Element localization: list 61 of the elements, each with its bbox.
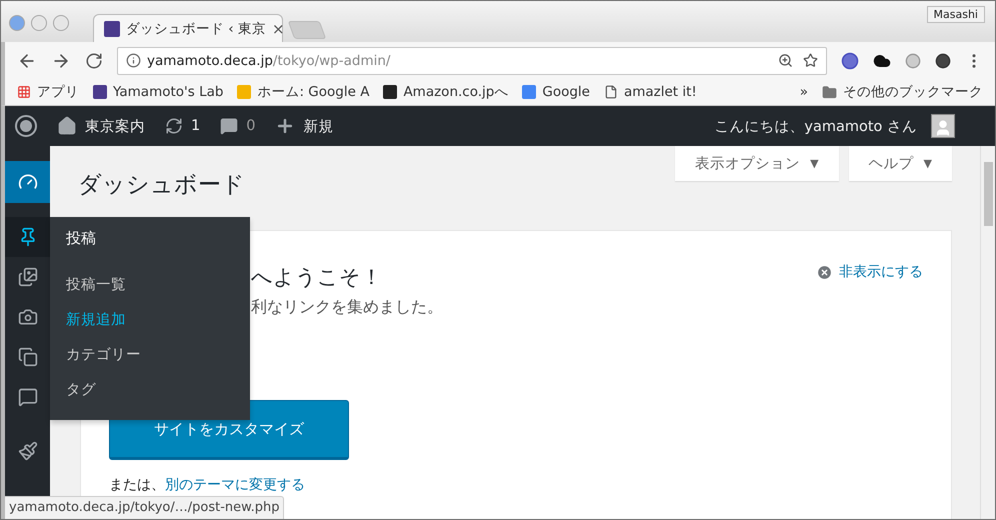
info-icon[interactable] xyxy=(126,53,141,68)
refresh-icon xyxy=(165,117,183,135)
menu-item-icon xyxy=(18,267,38,287)
site-icon xyxy=(522,85,536,99)
folder-icon xyxy=(822,84,837,100)
wordpress-logo-icon xyxy=(15,115,37,137)
url-host: yamamoto.deca.jp xyxy=(147,52,273,68)
account-link[interactable]: こんにちは、yamamoto さん xyxy=(704,106,965,146)
menu-item-icon xyxy=(18,387,38,407)
extension-icon[interactable] xyxy=(935,52,951,68)
home-icon xyxy=(57,116,77,136)
dismiss-link[interactable]: 非表示にする xyxy=(816,263,923,281)
submenu-title[interactable]: 投稿 xyxy=(50,227,250,268)
site-name-link[interactable]: 東京案内 xyxy=(47,106,155,146)
submenu-item[interactable]: カテゴリー xyxy=(50,338,250,373)
bookmark-link[interactable]: Yamamoto's Lab xyxy=(93,84,224,100)
star-icon[interactable] xyxy=(803,53,818,68)
bookmark-link[interactable]: Amazon.co.jpへ xyxy=(383,83,508,101)
apps-icon xyxy=(17,85,31,99)
site-icon xyxy=(237,85,252,99)
extension-icon[interactable] xyxy=(841,52,859,70)
page-icon xyxy=(604,85,618,99)
bookmark-link[interactable]: amazlet it! xyxy=(604,84,697,100)
submenu-item[interactable]: 新規追加 xyxy=(50,303,250,338)
bookmark-link[interactable]: ホーム: Google A xyxy=(237,83,370,101)
tab-close-button[interactable]: × xyxy=(272,20,285,38)
submenu-item[interactable]: 投稿一覧 xyxy=(50,268,250,303)
scrollbar[interactable] xyxy=(980,146,995,519)
more-bookmarks-button[interactable]: » xyxy=(800,84,808,100)
status-url: yamamoto.deca.jp/tokyo/…/post-new.php xyxy=(5,496,284,519)
screen-meta-button[interactable]: ヘルプ ▼ xyxy=(848,146,952,181)
welcome-text: 利なリンクを集めました。 xyxy=(251,297,444,318)
site-icon xyxy=(383,85,398,99)
sidebar-item[interactable] xyxy=(5,161,50,203)
close-icon xyxy=(816,264,833,280)
site-icon xyxy=(104,20,120,36)
site-icon xyxy=(93,85,107,99)
menu-item-icon xyxy=(18,347,38,367)
comment-icon xyxy=(220,117,238,135)
tab-title: ダッシュボード ‹ 東京 xyxy=(126,20,266,38)
address-field[interactable]: yamamoto.deca.jp/tokyo/wp-admin/ xyxy=(117,46,827,74)
alternative-text: または、別のテーマに変更する xyxy=(109,476,306,494)
menu-item-icon xyxy=(18,307,38,327)
page-title: ダッシュボード xyxy=(78,171,246,200)
theme-link[interactable]: 別のテーマに変更する xyxy=(165,477,305,493)
bookmark-folder[interactable]: その他のブックマーク xyxy=(822,83,983,101)
zoom-icon[interactable] xyxy=(778,53,793,68)
avatar xyxy=(931,114,955,138)
screen-meta-button[interactable]: 表示オプション ▼ xyxy=(675,146,839,181)
welcome-heading: へようこそ！ xyxy=(251,264,382,291)
reload-icon[interactable] xyxy=(85,52,103,70)
bookmark-link[interactable]: アプリ xyxy=(17,83,79,101)
bookmark-link[interactable]: Google xyxy=(522,84,590,100)
sidebar-item[interactable] xyxy=(5,217,50,257)
updates-link[interactable]: 1 xyxy=(155,106,210,146)
profile-button[interactable]: Masashi xyxy=(926,6,985,23)
menu-item-icon xyxy=(18,441,38,461)
url-path: /tokyo/wp-admin/ xyxy=(272,52,390,68)
comments-link[interactable]: 0 xyxy=(210,106,266,146)
browser-tab[interactable]: ダッシュボード ‹ 東京 × xyxy=(93,14,283,42)
new-content-link[interactable]: 新規 xyxy=(265,106,344,146)
